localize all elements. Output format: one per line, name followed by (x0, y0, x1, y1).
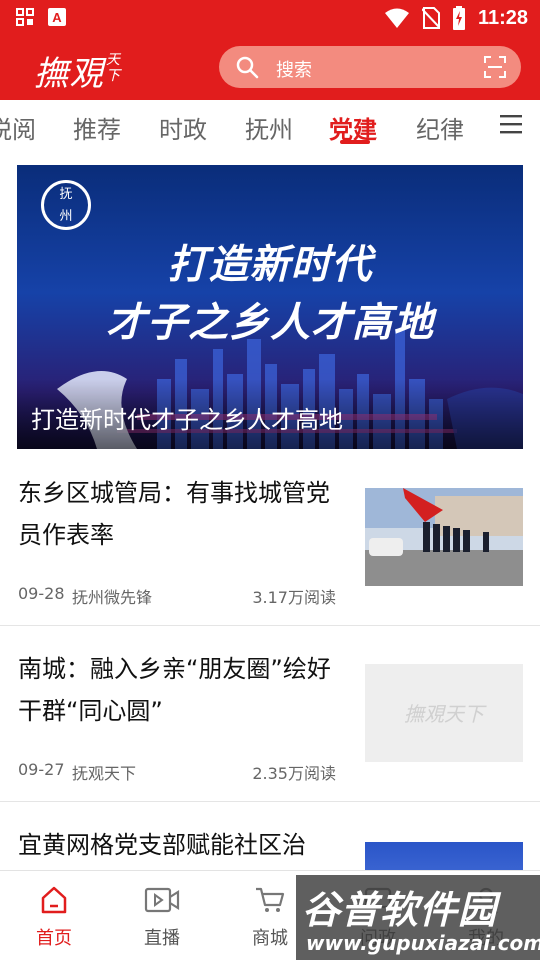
tab-yueyue[interactable]: 悦阅 (0, 110, 36, 145)
placeholder-logo-text: 撫覌天下 (404, 702, 484, 726)
article-source: 抚州微先锋 (72, 588, 153, 607)
logo-subtext: 天下 (106, 52, 120, 84)
article-date: 09-28 (18, 584, 65, 603)
article-reads: 3.17万阅读 (252, 588, 336, 607)
nav-live-label: 直播 (144, 928, 180, 949)
clock: 11:28 (477, 6, 528, 29)
featured-banner[interactable]: 抚 州 打造新时代 才子之乡人才高地 打造新时代才子之乡人才高地 (17, 165, 523, 449)
article-item[interactable]: 东乡区城管局：有事找城管党员作表率 09-28 抚州微先锋 3.17万阅读 (0, 450, 540, 626)
article-title: 南城：融入乡亲“朋友圈”绘好干群“同心圆” (18, 655, 331, 725)
app-a-icon: A (48, 8, 66, 26)
app-grid-icon (16, 8, 34, 26)
wifi-icon (384, 8, 409, 28)
active-tab-indicator (340, 140, 370, 144)
battery-charging-icon (452, 6, 465, 30)
nav-home-label: 首页 (36, 928, 72, 949)
channel-tabs: 悦阅 推荐 时政 抚州 党建 纪律 (0, 100, 540, 152)
article-item[interactable]: 南城：融入乡亲“朋友圈”绘好干群“同心圆” 09-27 抚观天下 2.35万阅读… (0, 626, 540, 802)
article-thumbnail (365, 842, 523, 870)
article-reads: 2.35万阅读 (252, 764, 336, 783)
search-placeholder: 搜索 (276, 60, 312, 81)
tab-fuzhou[interactable]: 抚州 (245, 110, 293, 145)
article-date: 09-27 (18, 760, 65, 779)
app-logo[interactable]: 撫覌 天下 (34, 46, 122, 95)
banner-headline-2: 才子之乡人才高地 (106, 300, 434, 346)
tab-politics[interactable]: 时政 (159, 110, 207, 145)
article-thumbnail (365, 488, 523, 586)
watermark-title: 谷普软件园 (302, 888, 498, 932)
status-bar: A 11:28 (0, 0, 540, 36)
fuzhou-emblem: 抚 州 (41, 180, 91, 230)
menu-icon[interactable] (500, 114, 522, 134)
thumbnail-image (365, 488, 523, 586)
tab-discipline[interactable]: 纪律 (416, 110, 464, 145)
svg-text:A: A (52, 10, 62, 25)
app-header: 撫覌 天下 搜索 (0, 36, 540, 100)
nav-home[interactable]: 首页 (0, 885, 108, 950)
site-watermark: 谷普软件园 www.gupuxiazai.com (296, 875, 540, 960)
emblem-char-1: 抚 (59, 187, 73, 202)
article-source: 抚观天下 (72, 764, 137, 783)
emblem-char-2: 州 (59, 209, 73, 224)
home-icon (41, 886, 67, 914)
article-thumbnail-placeholder: 撫覌天下 (365, 664, 523, 762)
cart-icon (256, 887, 285, 912)
nav-live[interactable]: 直播 (108, 885, 216, 950)
no-sim-icon (421, 7, 440, 29)
watermark-url: www.gupuxiazai.com (306, 931, 540, 955)
tab-recommend[interactable]: 推荐 (73, 110, 121, 145)
article-item[interactable]: 宜黄网格党支部赋能社区治 (0, 802, 540, 870)
banner-headline-1: 打造新时代 (167, 242, 373, 288)
search-bar[interactable]: 搜索 (219, 46, 521, 88)
article-title: 宜黄网格党支部赋能社区治 (18, 831, 306, 859)
scan-icon[interactable] (483, 55, 507, 79)
article-title: 东乡区城管局：有事找城管党员作表率 (18, 479, 330, 549)
video-icon (144, 887, 180, 913)
banner-caption: 打造新时代才子之乡人才高地 (31, 406, 343, 434)
logo-text: 撫覌 (34, 54, 104, 94)
search-icon (236, 56, 259, 79)
